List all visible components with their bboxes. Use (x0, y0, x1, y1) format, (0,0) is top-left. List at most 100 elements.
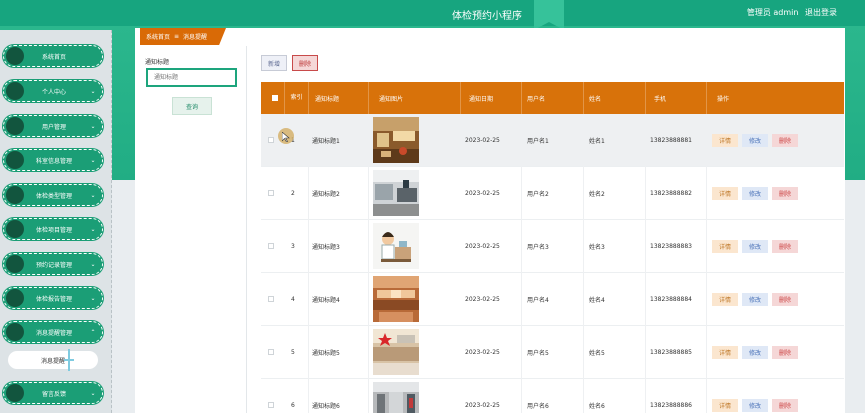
detail-button[interactable]: 详情 (712, 240, 738, 253)
chevron-up-icon: ⌃ (90, 328, 96, 336)
detail-button[interactable]: 详情 (712, 293, 738, 306)
row-phone: 13823888883 (646, 220, 707, 273)
remove-button[interactable]: 删除 (772, 134, 798, 147)
detail-button[interactable]: 详情 (712, 187, 738, 200)
row-date: 2023-02-25 (461, 326, 522, 379)
row-phone: 13823888881 (646, 114, 707, 167)
detail-button[interactable]: 详情 (712, 134, 738, 147)
row-checkbox[interactable] (268, 137, 274, 143)
row-actions: 详情 修改 删除 (712, 399, 802, 412)
row-actions: 详情 修改 删除 (712, 346, 802, 359)
menu-dot-icon (6, 47, 24, 65)
row-title: 通知标题4 (309, 273, 369, 326)
sidebar-item-exam-type[interactable]: 体检类型管理 ⌄ (3, 184, 103, 206)
row-title: 通知标题1 (309, 114, 369, 167)
sidebar-item-label: 体检项目管理 (35, 226, 72, 234)
mouse-cursor-icon (278, 128, 294, 144)
row-date: 2023-02-25 (461, 273, 522, 326)
sidebar-item-feedback[interactable]: 留言反馈 ⌄ (3, 382, 103, 404)
sidebar-item-home[interactable]: 系统首页 (3, 45, 103, 67)
remove-button[interactable]: 删除 (772, 187, 798, 200)
detail-button[interactable]: 详情 (712, 346, 738, 359)
breadcrumb-home[interactable]: 系统首页 (146, 32, 170, 41)
row-actions: 详情 修改 删除 (712, 240, 802, 253)
sidebar-item-label: 用户管理 (41, 123, 66, 131)
row-phone: 13823888882 (646, 167, 707, 220)
table-row[interactable]: 1 通知标题1 2023-02-25 用户名1 姓名1 13823888881 … (261, 114, 844, 167)
edit-button[interactable]: 修改 (742, 187, 768, 200)
row-username: 用户名3 (522, 220, 584, 273)
logout-link[interactable]: 退出登录 (805, 8, 837, 17)
sidebar-item-personal-center[interactable]: 个人中心 ⌄ (3, 80, 103, 102)
remove-button[interactable]: 删除 (772, 293, 798, 306)
sidebar-item-appointment[interactable]: 预约记录管理 ⌄ (3, 253, 103, 275)
remove-button[interactable]: 删除 (772, 346, 798, 359)
edit-button[interactable]: 修改 (742, 293, 768, 306)
row-checkbox[interactable] (268, 296, 274, 302)
select-all-checkbox[interactable] (272, 95, 278, 101)
edit-button[interactable]: 修改 (742, 399, 768, 412)
sidebar-item-user-management[interactable]: 用户管理 ⌄ (3, 115, 103, 137)
header-name: 姓名 (584, 82, 646, 114)
sidebar-item-label: 体检类型管理 (35, 192, 72, 200)
header-username: 用户名 (522, 82, 584, 114)
top-bar (0, 0, 865, 26)
menu-dot-icon (6, 384, 24, 402)
menu-dot-icon (6, 220, 24, 238)
row-checkbox[interactable] (268, 243, 274, 249)
row-date: 2023-02-25 (461, 114, 522, 167)
chevron-down-icon: ⌄ (90, 156, 96, 164)
table-row[interactable]: 4 通知标题4 2023-02-25 用户名4 姓名4 13823888884 … (261, 273, 844, 326)
row-index: 3 (285, 220, 309, 273)
row-index: 6 (285, 379, 309, 413)
header-index: 索引 (285, 82, 309, 114)
sidebar-item-exam-project[interactable]: 体检项目管理 ⌄ (3, 218, 103, 240)
delete-button[interactable]: 删除 (292, 55, 318, 71)
detail-button[interactable]: 详情 (712, 399, 738, 412)
breadcrumb-current: 消息提醒 (183, 34, 208, 41)
edit-button[interactable]: 修改 (742, 346, 768, 359)
breadcrumb: 系统首页 ≡ 消息提醒 (140, 28, 226, 45)
remove-button[interactable]: 删除 (772, 399, 798, 412)
row-checkbox[interactable] (268, 402, 274, 408)
search-button[interactable]: 查询 (172, 97, 212, 115)
table-row[interactable]: 5 通知标题5 2023-02-25 用户名5 姓名5 13823888885 … (261, 326, 844, 379)
table-row[interactable]: 3 通知标题3 2023-02-25 用户名3 姓名3 13823888883 … (261, 220, 844, 273)
row-phone: 13823888885 (646, 326, 707, 379)
row-title: 通知标题3 (309, 220, 369, 273)
row-title: 通知标题2 (309, 167, 369, 220)
edit-button[interactable]: 修改 (742, 134, 768, 147)
sidebar-item-label: 留言反馈 (41, 390, 66, 398)
table-row[interactable]: 6 通知标题6 2023-02-25 用户名6 姓名6 13823888886 … (261, 379, 844, 413)
chevron-down-icon: ⌄ (90, 294, 96, 302)
row-name: 姓名1 (584, 114, 646, 167)
row-name: 姓名3 (584, 220, 646, 273)
header-select-all[interactable] (261, 82, 285, 114)
sidebar-item-message-reminder[interactable]: 消息提醒管理 ⌃ (3, 321, 103, 343)
edit-button[interactable]: 修改 (742, 240, 768, 253)
row-name: 姓名4 (584, 273, 646, 326)
row-checkbox[interactable] (268, 190, 274, 196)
search-input[interactable] (146, 68, 237, 87)
row-name: 姓名6 (584, 379, 646, 413)
breadcrumb-separator: ≡ (174, 33, 180, 40)
submenu-item-message-reminder[interactable]: 消息提醒 (8, 349, 98, 371)
row-actions: 详情 修改 删除 (712, 293, 802, 306)
sidebar-item-department[interactable]: 科室信息管理 ⌄ (3, 149, 103, 171)
menu-dot-icon (6, 151, 24, 169)
menu-dot-icon (6, 255, 24, 273)
row-username: 用户名2 (522, 167, 584, 220)
row-phone: 13823888884 (646, 273, 707, 326)
cursor-crosshair-icon (64, 349, 74, 371)
sidebar-item-label: 科室信息管理 (35, 157, 72, 165)
notice-image-restaurant (373, 117, 419, 163)
row-phone: 13823888886 (646, 379, 707, 413)
sidebar-item-exam-report[interactable]: 体检报告管理 ⌄ (3, 287, 103, 309)
sidebar-item-label: 体检报告管理 (35, 295, 72, 303)
row-date: 2023-02-25 (461, 220, 522, 273)
remove-button[interactable]: 删除 (772, 240, 798, 253)
table-row[interactable]: 2 通知标题2 2023-02-25 用户名2 姓名2 13823888882 … (261, 167, 844, 220)
chevron-down-icon: ⌄ (90, 191, 96, 199)
row-checkbox[interactable] (268, 349, 274, 355)
add-button[interactable]: 新增 (261, 55, 287, 71)
